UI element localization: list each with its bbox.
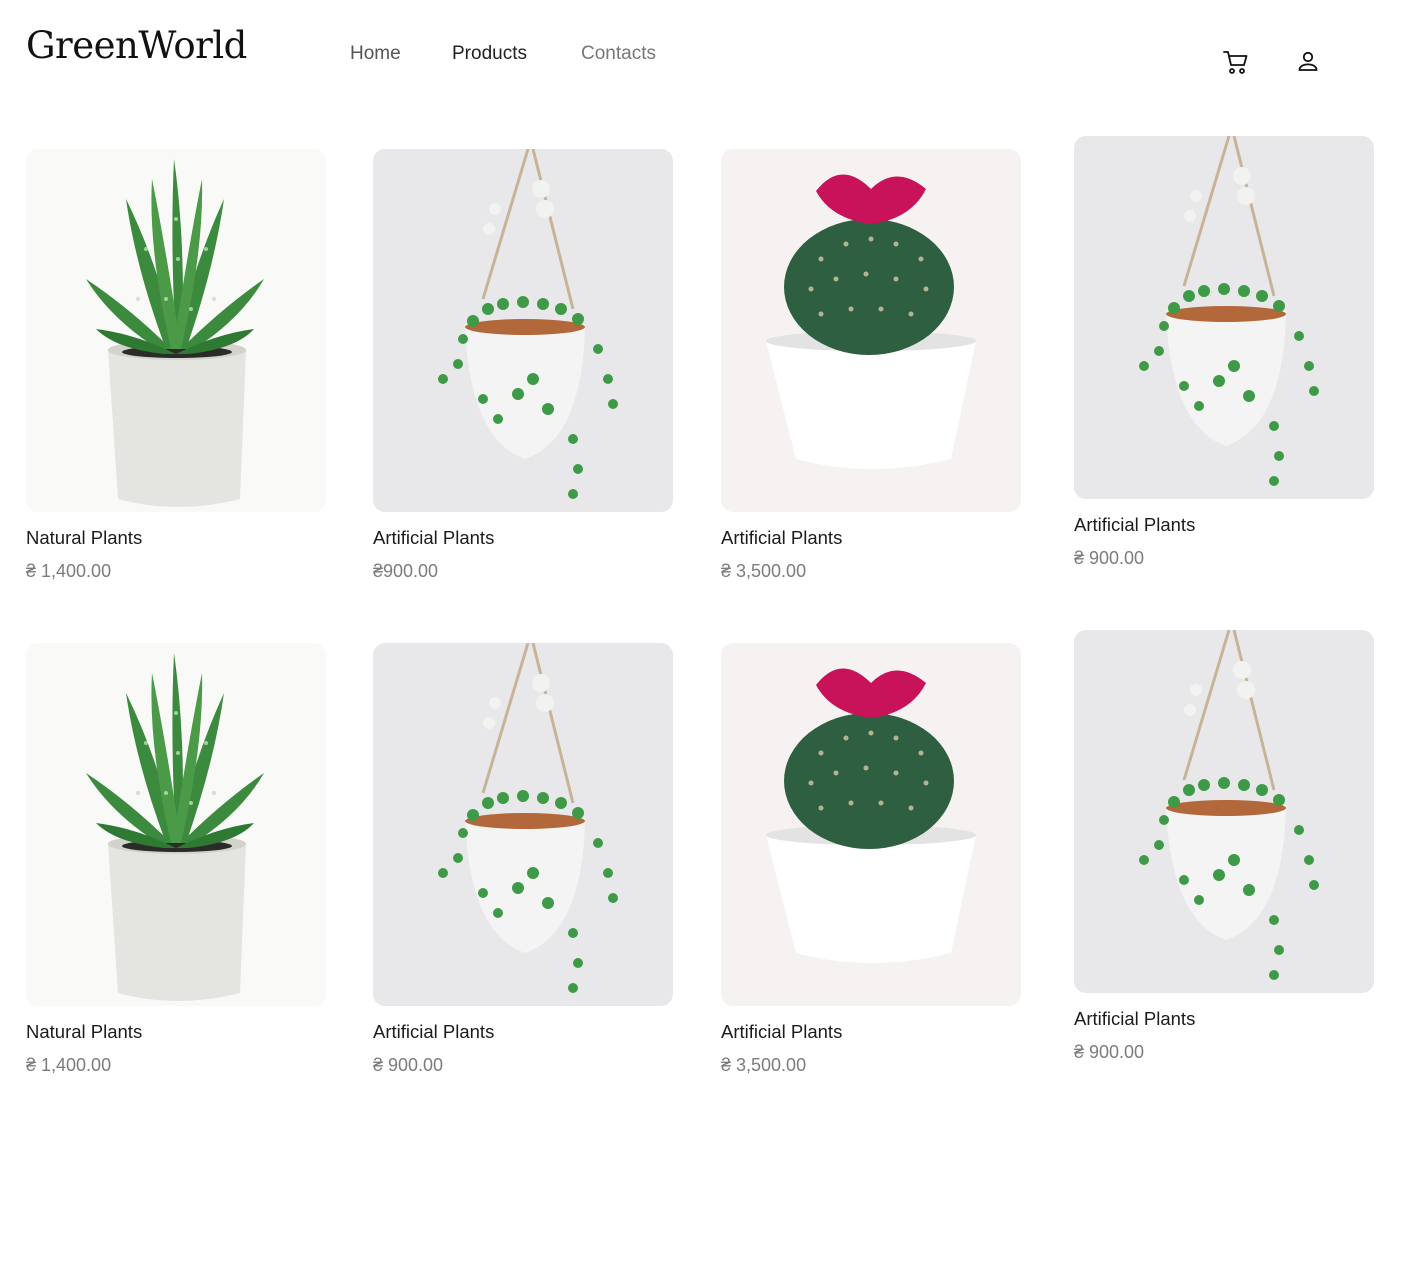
hanging-plant-image[interactable] bbox=[373, 149, 673, 512]
nav-products[interactable]: Products bbox=[452, 43, 527, 65]
product-name[interactable]: Artificial Plants bbox=[721, 527, 842, 549]
product-name[interactable]: Artificial Plants bbox=[373, 1021, 494, 1043]
product-price: ₴ 900.00 bbox=[373, 1055, 444, 1075]
product-price: ₴900.00 bbox=[373, 561, 439, 581]
product-name[interactable]: Artificial Plants bbox=[1074, 514, 1195, 536]
product-card[interactable]: Artificial Plants ₴ 3,500.00 bbox=[721, 149, 1021, 581]
product-card[interactable]: Artificial Plants ₴ 3,500.00 bbox=[721, 643, 1021, 1075]
nav-contacts[interactable]: Contacts bbox=[581, 43, 656, 65]
product-card[interactable]: Natural Plants ₴ 1,400.00 bbox=[26, 149, 326, 581]
product-name[interactable]: Artificial Plants bbox=[1074, 1008, 1195, 1030]
product-price: ₴ 900.00 bbox=[1074, 548, 1145, 568]
nav-home[interactable]: Home bbox=[350, 43, 401, 65]
hanging-plant-image[interactable] bbox=[1074, 630, 1374, 993]
product-card[interactable]: Artificial Plants ₴ 900.00 bbox=[1074, 136, 1374, 568]
cart-icon[interactable] bbox=[1222, 48, 1250, 76]
product-name[interactable]: Artificial Plants bbox=[721, 1021, 842, 1043]
product-price: ₴ 1,400.00 bbox=[26, 1055, 112, 1075]
product-price: ₴ 3,500.00 bbox=[721, 1055, 807, 1075]
product-price: ₴ 3,500.00 bbox=[721, 561, 807, 581]
product-card[interactable]: Artificial Plants ₴900.00 bbox=[373, 149, 673, 581]
product-card[interactable]: Artificial Plants ₴ 900.00 bbox=[1074, 630, 1374, 1062]
product-name[interactable]: Natural Plants bbox=[26, 527, 142, 549]
brand-logo[interactable]: GreenWorld bbox=[26, 24, 247, 67]
aloe-plant-image[interactable] bbox=[26, 149, 326, 512]
user-icon[interactable] bbox=[1296, 49, 1320, 73]
product-price: ₴ 900.00 bbox=[1074, 1042, 1145, 1062]
product-price: ₴ 1,400.00 bbox=[26, 561, 112, 581]
aloe-plant-image[interactable] bbox=[26, 643, 326, 1006]
cactus-plant-image[interactable] bbox=[721, 643, 1021, 1006]
hanging-plant-image[interactable] bbox=[373, 643, 673, 1006]
hanging-plant-image[interactable] bbox=[1074, 136, 1374, 499]
product-name[interactable]: Natural Plants bbox=[26, 1021, 142, 1043]
product-card[interactable]: Artificial Plants ₴ 900.00 bbox=[373, 643, 673, 1075]
product-card[interactable]: Natural Plants ₴ 1,400.00 bbox=[26, 643, 326, 1075]
cactus-plant-image[interactable] bbox=[721, 149, 1021, 512]
product-name[interactable]: Artificial Plants bbox=[373, 527, 494, 549]
